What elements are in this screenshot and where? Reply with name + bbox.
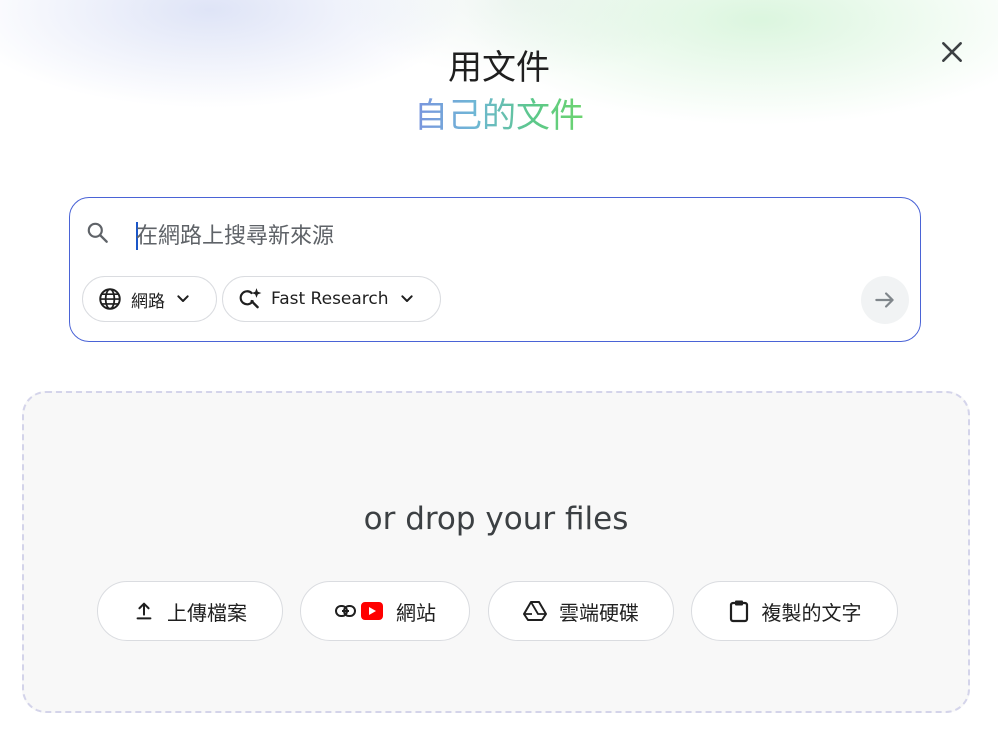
source-search-box: 網路 Fast Research [69,197,921,342]
source-type-label: 網路 [131,291,165,312]
add-sources-dialog: 用文件 自己的文件 網路 [0,0,998,735]
file-drop-zone[interactable]: or drop your files 上傳檔案 網站 雲端硬碟 複製的文字 [22,391,970,713]
source-type-dropdown[interactable]: 網路 [82,276,217,322]
paste-text-button[interactable]: 複製的文字 [691,581,898,641]
chevron-down-icon [175,291,191,307]
globe-icon [97,286,123,312]
website-label: 網站 [396,600,436,625]
dialog-subtitle: 自己的文件 [0,96,998,136]
clipboard-icon [728,599,750,623]
paste-text-label: 複製的文字 [761,600,862,625]
drop-files-text: or drop your files [363,501,629,537]
website-button[interactable]: 網站 [300,581,470,641]
arrow-right-icon [875,292,894,308]
research-mode-dropdown[interactable]: Fast Research [222,276,441,322]
chevron-down-icon [399,291,415,307]
search-input[interactable] [136,218,896,254]
dialog-title: 用文件 [448,48,550,88]
link-youtube-icon [334,600,384,622]
upload-files-button[interactable]: 上傳檔案 [97,581,283,641]
drive-icon [523,600,547,622]
subtitle-gradient-text: 自己的文件 [414,96,584,136]
google-drive-button[interactable]: 雲端硬碟 [488,581,674,641]
search-icon [87,222,108,243]
upload-files-label: 上傳檔案 [167,600,247,625]
submit-search-button[interactable] [861,276,909,324]
google-drive-label: 雲端硬碟 [559,600,639,625]
upload-icon [133,600,155,622]
search-sparkle-icon [237,286,263,312]
research-mode-label: Fast Research [271,289,389,309]
